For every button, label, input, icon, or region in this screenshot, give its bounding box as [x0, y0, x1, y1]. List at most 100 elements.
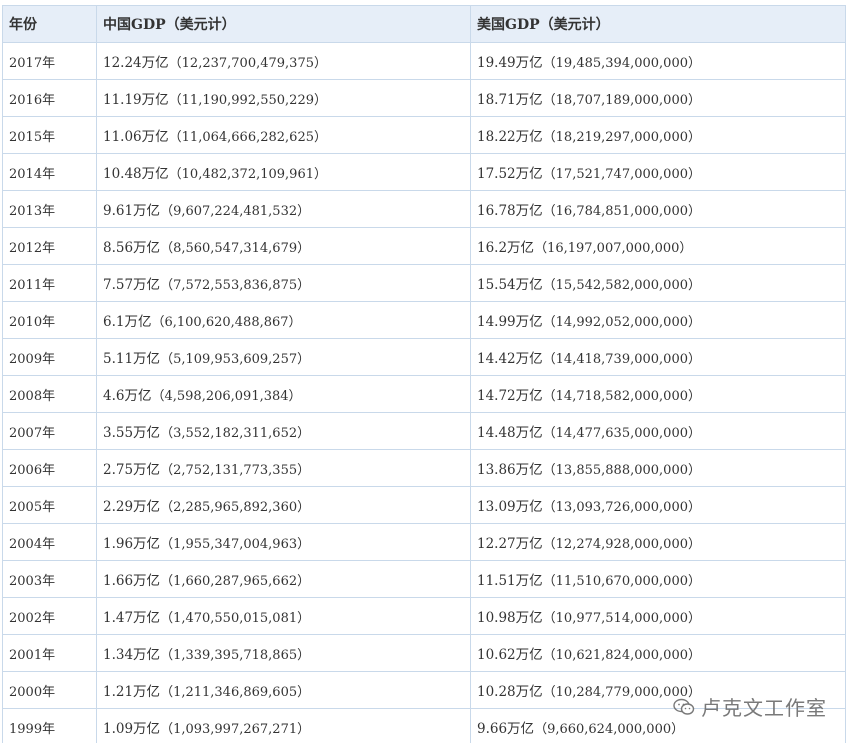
cell-usa-gdp: 14.42万亿（14,418,739,000,000）: [470, 338, 846, 376]
usa-gdp-full: （14,718,582,000,000）: [542, 389, 701, 404]
cell-usa-gdp: 12.27万亿（12,274,928,000,000）: [470, 523, 846, 561]
china-gdp-full: （3,552,182,311,652）: [160, 426, 311, 441]
usa-gdp-short: 16.78万亿: [477, 203, 543, 219]
usa-gdp-short: 18.22万亿: [477, 129, 543, 145]
china-gdp-full: （5,109,953,609,257）: [160, 352, 311, 367]
cell-china-gdp: 1.66万亿（1,660,287,965,662）: [96, 560, 471, 598]
cell-usa-gdp: 18.71万亿（18,707,189,000,000）: [470, 79, 846, 117]
cell-china-gdp: 12.24万亿（12,237,700,479,375）: [96, 42, 471, 80]
usa-gdp-full: （14,477,635,000,000）: [542, 426, 701, 441]
watermark-text: 卢克文工作室: [701, 696, 827, 720]
cell-china-gdp: 9.61万亿（9,607,224,481,532）: [96, 190, 471, 228]
table-row: 2009年 5.11万亿（5,109,953,609,257） 14.42万亿（14…: [2, 338, 846, 376]
cell-china-gdp: 3.55万亿（3,552,182,311,652）: [96, 412, 471, 450]
cell-year: 2012年: [2, 227, 97, 265]
cell-china-gdp: 11.06万亿（11,064,666,282,625）: [96, 116, 471, 154]
usa-gdp-short: 15.54万亿: [477, 277, 543, 293]
cell-china-gdp: 8.56万亿（8,560,547,314,679）: [96, 227, 471, 265]
usa-gdp-short: 16.2万亿: [477, 240, 535, 256]
table-row: 2002年 1.47万亿（1,470,550,015,081） 10.98万亿（10…: [2, 597, 846, 635]
china-gdp-full: （2,285,965,892,360）: [160, 500, 311, 515]
usa-gdp-full: （16,197,007,000,000）: [534, 241, 693, 256]
usa-gdp-short: 13.09万亿: [477, 499, 543, 515]
cell-usa-gdp: 17.52万亿（17,521,747,000,000）: [470, 153, 846, 191]
table-row: 2005年 2.29万亿（2,285,965,892,360） 13.09万亿（13…: [2, 486, 846, 524]
cell-usa-gdp: 14.99万亿（14,992,052,000,000）: [470, 301, 846, 339]
cell-usa-gdp: 10.62万亿（10,621,824,000,000）: [470, 634, 846, 672]
gdp-comparison-table: 年份 中国GDP（美元计） 美国GDP（美元计） 2017年 12.24万亿（12…: [2, 5, 846, 743]
usa-gdp-short: 12.27万亿: [477, 536, 543, 552]
cell-year: 2017年: [2, 42, 97, 80]
table-row: 2014年 10.48万亿（10,482,372,109,961） 17.52万亿（…: [2, 153, 846, 191]
usa-gdp-short: 13.86万亿: [477, 462, 543, 478]
usa-gdp-short: 17.52万亿: [477, 166, 543, 182]
cell-year: 2002年: [2, 597, 97, 635]
usa-gdp-short: 14.72万亿: [477, 388, 543, 404]
usa-gdp-short: 19.49万亿: [477, 55, 543, 71]
china-gdp-short: 1.47万亿: [103, 610, 161, 626]
china-gdp-short: 1.96万亿: [103, 536, 161, 552]
table-row: 2010年 6.1万亿（6,100,620,488,867） 14.99万亿（14,…: [2, 301, 846, 339]
cell-year: 2000年: [2, 671, 97, 709]
cell-usa-gdp: 16.78万亿（16,784,851,000,000）: [470, 190, 846, 228]
china-gdp-short: 11.06万亿: [103, 129, 169, 145]
china-gdp-full: （11,064,666,282,625）: [168, 130, 327, 145]
china-gdp-short: 1.21万亿: [103, 684, 161, 700]
cell-year: 2014年: [2, 153, 97, 191]
usa-gdp-full: （12,274,928,000,000）: [542, 537, 701, 552]
header-china-gdp: 中国GDP（美元计）: [96, 5, 471, 43]
china-gdp-short: 1.66万亿: [103, 573, 161, 589]
usa-gdp-full: （18,707,189,000,000）: [542, 93, 701, 108]
china-gdp-short: 2.29万亿: [103, 499, 161, 515]
watermark: 卢克文工作室: [673, 692, 827, 721]
cell-china-gdp: 2.29万亿（2,285,965,892,360）: [96, 486, 471, 524]
cell-year: 2011年: [2, 264, 97, 302]
china-gdp-full: （10,482,372,109,961）: [168, 167, 327, 182]
table-row: 2016年 11.19万亿（11,190,992,550,229） 18.71万亿（…: [2, 79, 846, 117]
china-gdp-full: （6,100,620,488,867）: [151, 315, 302, 330]
gdp-table-container: 年份 中国GDP（美元计） 美国GDP（美元计） 2017年 12.24万亿（12…: [2, 5, 846, 743]
cell-china-gdp: 7.57万亿（7,572,553,836,875）: [96, 264, 471, 302]
cell-year: 2013年: [2, 190, 97, 228]
usa-gdp-full: （19,485,394,000,000）: [542, 56, 701, 71]
usa-gdp-full: （13,093,726,000,000）: [542, 500, 701, 515]
china-gdp-short: 2.75万亿: [103, 462, 161, 478]
usa-gdp-full: （10,621,824,000,000）: [542, 648, 701, 663]
usa-gdp-full: （14,418,739,000,000）: [542, 352, 701, 367]
china-gdp-short: 12.24万亿: [103, 55, 169, 71]
usa-gdp-full: （9,660,624,000,000）: [534, 722, 685, 737]
cell-usa-gdp: 13.86万亿（13,855,888,000,000）: [470, 449, 846, 487]
table-body: 2017年 12.24万亿（12,237,700,479,375） 19.49万亿（…: [2, 42, 846, 743]
cell-usa-gdp: 11.51万亿（11,510,670,000,000）: [470, 560, 846, 598]
china-gdp-full: （2,752,131,773,355）: [160, 463, 311, 478]
china-gdp-short: 6.1万亿: [103, 314, 152, 330]
usa-gdp-full: （16,784,851,000,000）: [542, 204, 701, 219]
header-year: 年份: [2, 5, 97, 43]
table-row: 2011年 7.57万亿（7,572,553,836,875） 15.54万亿（15…: [2, 264, 846, 302]
table-header: 年份 中国GDP（美元计） 美国GDP（美元计）: [2, 5, 846, 43]
china-gdp-short: 4.6万亿: [103, 388, 152, 404]
cell-usa-gdp: 15.54万亿（15,542,582,000,000）: [470, 264, 846, 302]
cell-china-gdp: 1.96万亿（1,955,347,004,963）: [96, 523, 471, 561]
header-usa-gdp: 美国GDP（美元计）: [470, 5, 846, 43]
cell-year: 2016年: [2, 79, 97, 117]
table-row: 2007年 3.55万亿（3,552,182,311,652） 14.48万亿（14…: [2, 412, 846, 450]
cell-china-gdp: 1.21万亿（1,211,346,869,605）: [96, 671, 471, 709]
china-gdp-short: 11.19万亿: [103, 92, 169, 108]
cell-usa-gdp: 16.2万亿（16,197,007,000,000）: [470, 227, 846, 265]
usa-gdp-short: 14.48万亿: [477, 425, 543, 441]
china-gdp-short: 1.09万亿: [103, 721, 161, 737]
table-row: 2008年 4.6万亿（4,598,206,091,384） 14.72万亿（14,…: [2, 375, 846, 413]
china-gdp-full: （9,607,224,481,532）: [160, 204, 311, 219]
cell-china-gdp: 4.6万亿（4,598,206,091,384）: [96, 375, 471, 413]
cell-china-gdp: 6.1万亿（6,100,620,488,867）: [96, 301, 471, 339]
china-gdp-full: （1,470,550,015,081）: [160, 611, 311, 626]
cell-year: 2009年: [2, 338, 97, 376]
usa-gdp-full: （11,510,670,000,000）: [542, 574, 701, 589]
cell-usa-gdp: 14.72万亿（14,718,582,000,000）: [470, 375, 846, 413]
china-gdp-short: 9.61万亿: [103, 203, 161, 219]
cell-usa-gdp: 10.98万亿（10,977,514,000,000）: [470, 597, 846, 635]
china-gdp-full: （1,339,395,718,865）: [160, 648, 311, 663]
china-gdp-full: （1,211,346,869,605）: [160, 685, 311, 700]
cell-china-gdp: 10.48万亿（10,482,372,109,961）: [96, 153, 471, 191]
